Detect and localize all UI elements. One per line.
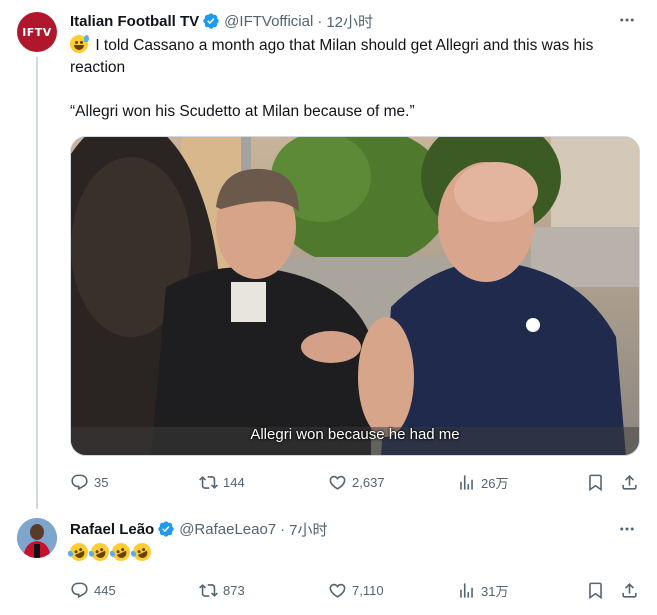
tweet-quote: “Allegri won his Scudetto at Milan becau… [70,103,415,120]
timestamp[interactable]: 7小时 [289,519,327,540]
like-button[interactable]: 2,637 [328,472,385,492]
tweet-text [66,540,640,565]
avatar-photo [17,518,57,558]
video-caption: Allegri won because he had me [250,426,460,443]
tweet-iftv[interactable]: IFTV Italian Football TV @IFTVofficial ·… [0,0,657,510]
tweet-text-line: I told Cassano a month ago that Milan sh… [70,37,594,76]
share-button[interactable] [619,580,639,600]
separator-dot: · [280,520,286,538]
share-icon [621,582,637,598]
separator-dot: · [317,12,323,30]
share-icon [621,474,637,490]
views-button[interactable]: 26万 [457,472,508,492]
reply-icon [71,582,88,598]
views-count: 26万 [481,475,509,491]
avatar-logo-text: IFTV [22,25,52,39]
rolling-laughing-emoji [108,540,133,564]
views-button[interactable]: 31万 [457,580,508,600]
rolling-laughing-emoji [66,540,91,564]
timestamp[interactable]: 12小时 [326,11,373,32]
repost-icon [199,475,218,489]
like-count: 2,637 [352,474,385,490]
more-icon [620,527,634,531]
reply-icon [71,474,88,490]
more-button[interactable] [617,519,637,539]
tweet-header: Italian Football TV @IFTVofficial · 12小时 [70,11,373,31]
like-count: 7,110 [352,582,384,598]
video-frame [71,137,639,455]
repost-button[interactable]: 873 [199,580,245,600]
author-name[interactable]: Italian Football TV [70,13,199,30]
verified-badge-icon [158,521,174,537]
verified-badge-icon [203,13,219,29]
video-player[interactable]: Allegri won because he had me [70,136,640,456]
more-button[interactable] [617,10,637,30]
avatar[interactable] [17,518,57,558]
reply-button[interactable]: 35 [70,472,108,492]
repost-count: 873 [223,582,245,598]
views-count: 31万 [481,583,509,599]
author-name[interactable]: Rafael Leão [70,521,154,538]
reply-button[interactable]: 445 [70,580,116,600]
bookmark-button[interactable] [585,580,605,600]
repost-button[interactable]: 144 [199,472,245,492]
reply-count: 445 [94,582,116,598]
more-icon [620,18,634,22]
tweet-actions: 35 144 2,637 26万 [70,472,642,492]
reply-count: 35 [94,474,109,490]
repost-icon [199,583,218,597]
tweet-header: Rafael Leão @RafaeLeao7 · 7小时 [70,519,328,539]
author-handle[interactable]: @IFTVofficial [224,13,313,30]
like-icon [329,475,346,490]
views-icon [460,474,473,490]
rolling-laughing-emoji [87,540,112,564]
bookmark-icon [588,474,602,491]
avatar[interactable]: IFTV [17,12,57,52]
repost-count: 144 [223,474,245,490]
bookmark-button[interactable] [585,472,605,492]
grinning-sweat-emoji [70,35,89,53]
like-icon [329,583,346,598]
bookmark-icon [588,582,602,599]
thread-line [36,57,38,509]
tweet-text: I told Cassano a month ago that Milan sh… [70,35,640,79]
views-icon [460,582,473,598]
share-button[interactable] [619,472,639,492]
tweet-actions: 445 873 7,110 31万 [70,580,642,600]
like-button[interactable]: 7,110 [328,580,384,600]
author-handle[interactable]: @RafaeLeao7 [179,521,276,538]
rolling-laughing-emoji [129,540,154,564]
